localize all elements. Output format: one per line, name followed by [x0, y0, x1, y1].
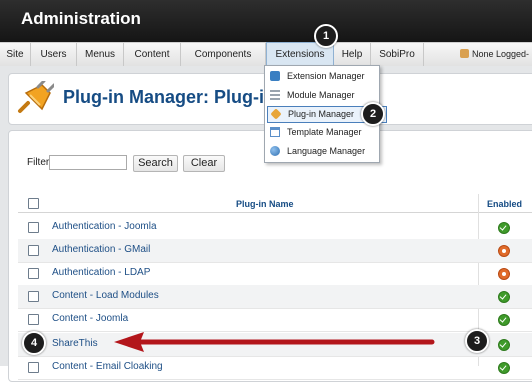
plugin-name-link[interactable]: ShareThis	[52, 338, 98, 349]
plugin-name-link[interactable]: Authentication - LDAP	[52, 267, 150, 278]
menu-users[interactable]: Users	[31, 43, 77, 66]
plugin-icon	[270, 108, 282, 120]
select-all-checkbox[interactable]	[28, 198, 39, 209]
logged-in-status: None Logged-in	[456, 43, 532, 82]
plugin-name-link[interactable]: Content - Load Modules	[52, 290, 159, 301]
row-checkbox[interactable]	[28, 314, 39, 325]
admin-title: Administration	[21, 9, 141, 28]
plug-in-manager-icon	[18, 81, 54, 113]
dropdown-label: Template Manager	[287, 127, 362, 137]
enabled-check-icon[interactable]	[498, 291, 510, 303]
column-enabled[interactable]: Enabled	[487, 199, 522, 209]
plugin-name-link[interactable]: Content - Email Cloaking	[52, 361, 163, 372]
dropdown-label: Extension Manager	[287, 71, 365, 81]
clear-button[interactable]: Clear	[183, 155, 225, 172]
callout-3: 3	[465, 329, 489, 353]
callout-2: 2	[361, 102, 385, 126]
plugin-name-link[interactable]: Content - Joomla	[52, 313, 128, 324]
dropdown-label: Language Manager	[287, 146, 366, 156]
enabled-check-icon[interactable]	[498, 314, 510, 326]
row-checkbox[interactable]	[28, 268, 39, 279]
main-menu-bar: Site Users Menus Content Components Exte…	[0, 42, 532, 82]
row-checkbox[interactable]	[28, 222, 39, 233]
disabled-status-icon[interactable]	[498, 268, 510, 280]
dropdown-label: Plug-in Manager	[288, 109, 355, 119]
row-checkbox[interactable]	[28, 291, 39, 302]
menu-components[interactable]: Components	[181, 43, 266, 66]
column-plugin-name[interactable]: Plug-in Name	[236, 199, 294, 209]
dropdown-item-template-manager[interactable]: Template Manager	[267, 124, 377, 142]
menu-content[interactable]: Content	[124, 43, 181, 66]
disabled-status-icon[interactable]	[498, 245, 510, 257]
search-button[interactable]: Search	[133, 155, 178, 172]
dropdown-label: Module Manager	[287, 90, 355, 100]
dropdown-item-extension-manager[interactable]: Extension Manager	[267, 68, 377, 86]
menu-site[interactable]: Site	[0, 43, 31, 66]
plugin-name-link[interactable]: Authentication - GMail	[52, 244, 150, 255]
template-icon	[270, 127, 280, 137]
menu-menus[interactable]: Menus	[77, 43, 124, 66]
enabled-check-icon[interactable]	[498, 362, 510, 374]
enabled-check-icon[interactable]	[498, 222, 510, 234]
row-checkbox[interactable]	[28, 245, 39, 256]
language-icon	[270, 146, 280, 156]
callout-1: 1	[314, 24, 338, 48]
menu-help[interactable]: Help	[334, 43, 371, 66]
callout-4: 4	[22, 331, 46, 355]
red-arrow	[114, 332, 435, 352]
page-title: Plug-in Manager: Plug-ins	[63, 87, 286, 107]
row-checkbox[interactable]	[28, 362, 39, 373]
filter-input[interactable]	[49, 155, 127, 170]
module-icon	[270, 90, 280, 100]
admin-header: Administration	[0, 0, 532, 42]
dropdown-item-language-manager[interactable]: Language Manager	[267, 143, 377, 161]
extension-icon	[270, 71, 280, 81]
plugin-name-link[interactable]: Authentication - Joomla	[52, 221, 157, 232]
dropdown-item-module-manager[interactable]: Module Manager	[267, 87, 377, 105]
enabled-check-icon[interactable]	[498, 339, 510, 351]
user-icon	[460, 49, 469, 58]
menu-sobipro[interactable]: SobiPro	[371, 43, 424, 66]
